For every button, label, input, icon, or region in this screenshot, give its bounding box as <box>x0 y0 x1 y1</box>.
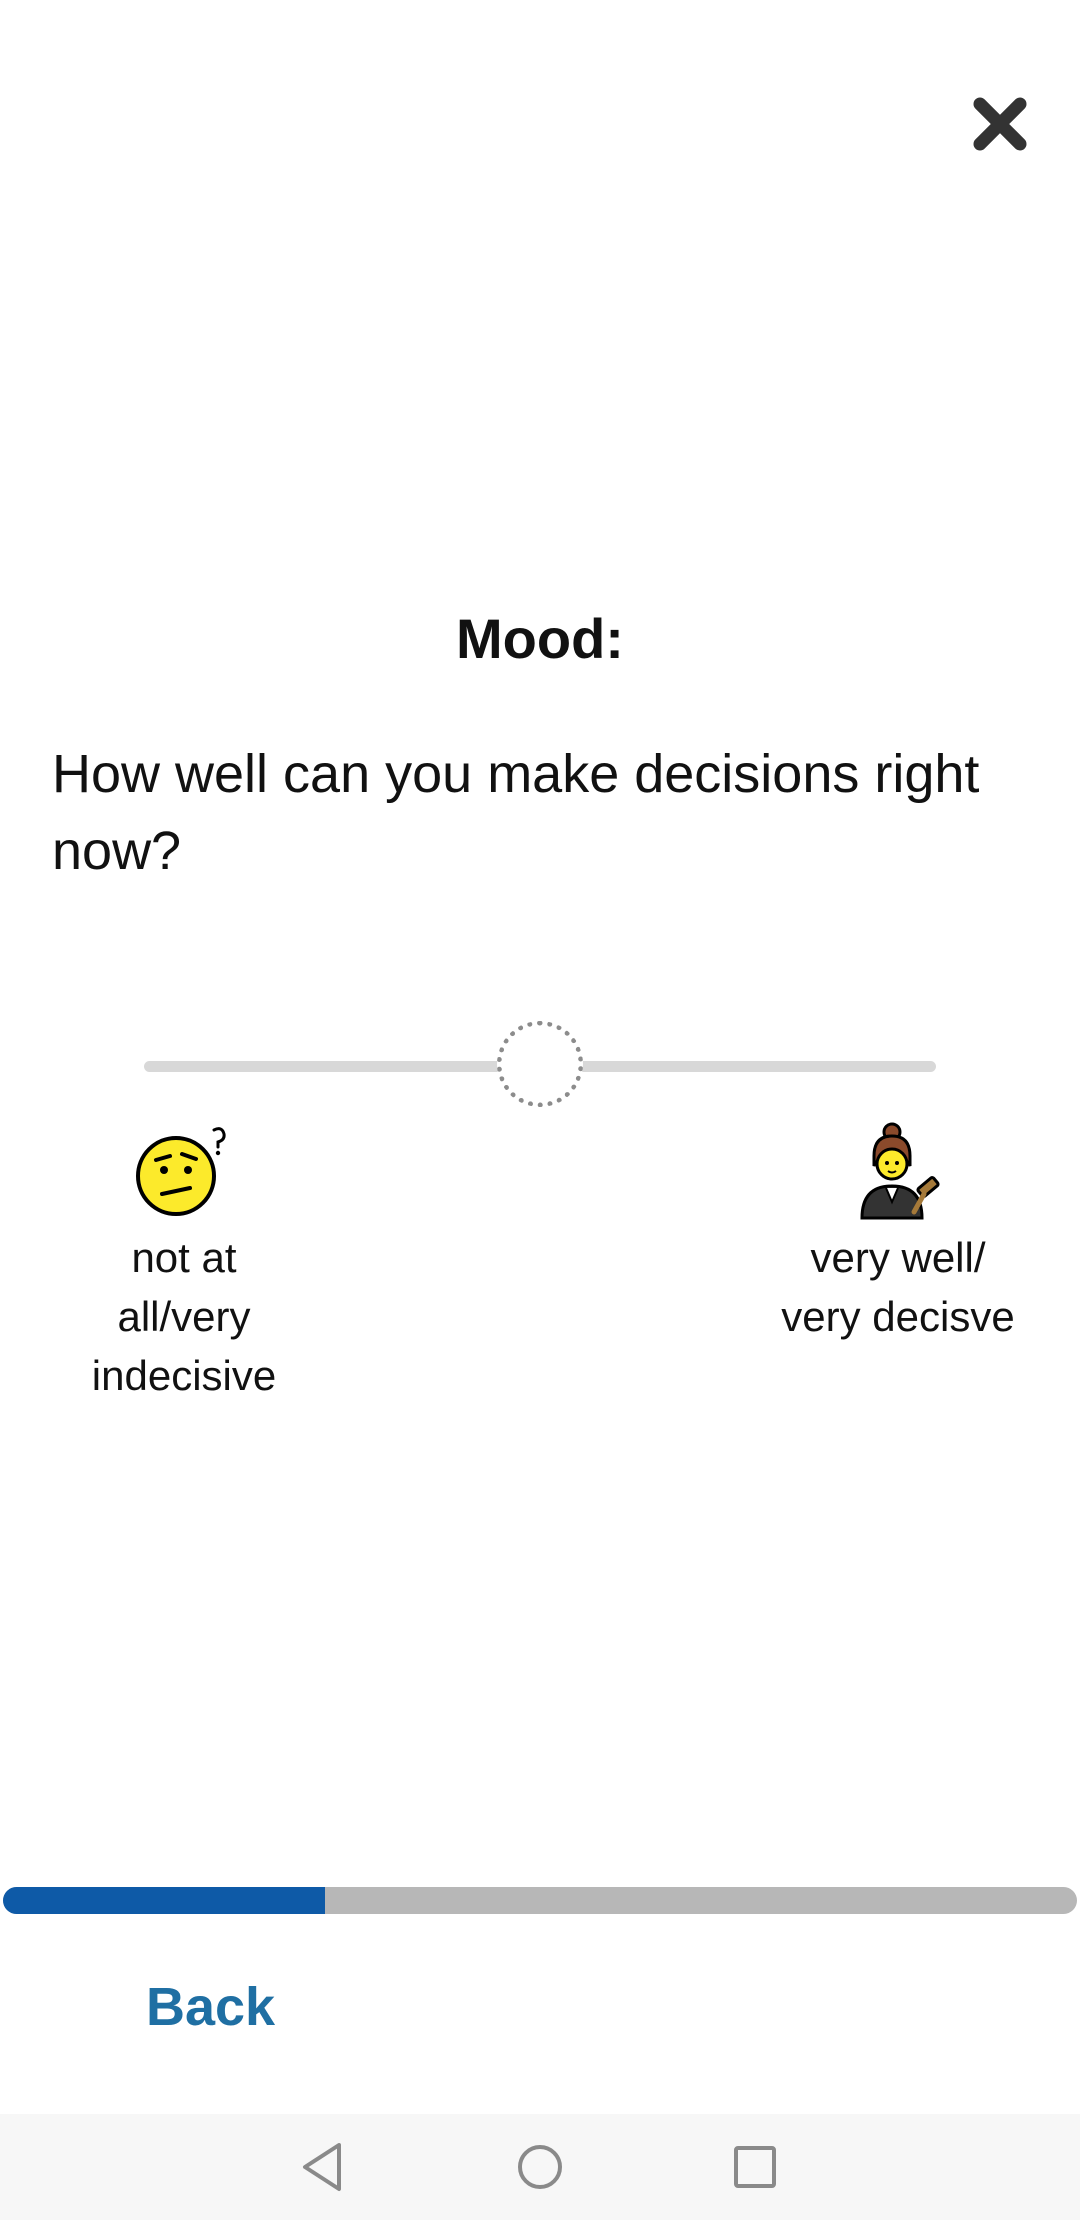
system-nav-bar <box>0 2114 1080 2220</box>
slider-thumb[interactable] <box>497 1021 583 1107</box>
judge-woman-icon <box>742 1122 1054 1222</box>
right-anchor-line-1: very well/ <box>810 1234 986 1281</box>
nav-home-button[interactable] <box>507 2134 573 2200</box>
left-anchor-line-2: all/very <box>117 1293 251 1340</box>
right-anchor: very well/ very decisve <box>742 1122 1054 1346</box>
confused-face-icon <box>60 1122 308 1222</box>
decision-slider[interactable] <box>144 1010 936 1122</box>
left-anchor-line-3: indecisive <box>91 1352 277 1399</box>
right-anchor-line-2: very decisve <box>781 1293 1015 1340</box>
progress-bar-fill <box>3 1887 326 1914</box>
question-text: How well can you make decisions right no… <box>52 744 980 881</box>
nav-recents-icon <box>734 2146 776 2188</box>
nav-recents-button[interactable] <box>722 2134 788 2200</box>
nav-back-icon <box>303 2143 341 2191</box>
nav-home-icon <box>518 2145 562 2189</box>
section-title: Mood: <box>456 607 624 670</box>
close-icon <box>973 97 1027 151</box>
back-button[interactable]: Back <box>146 1976 275 2038</box>
left-anchor-line-1: not at <box>131 1234 237 1281</box>
progress-bar <box>3 1887 1077 1914</box>
left-anchor: not at all/very indecisive <box>60 1122 308 1405</box>
close-button[interactable] <box>962 86 1038 162</box>
nav-back-button[interactable] <box>290 2134 356 2200</box>
